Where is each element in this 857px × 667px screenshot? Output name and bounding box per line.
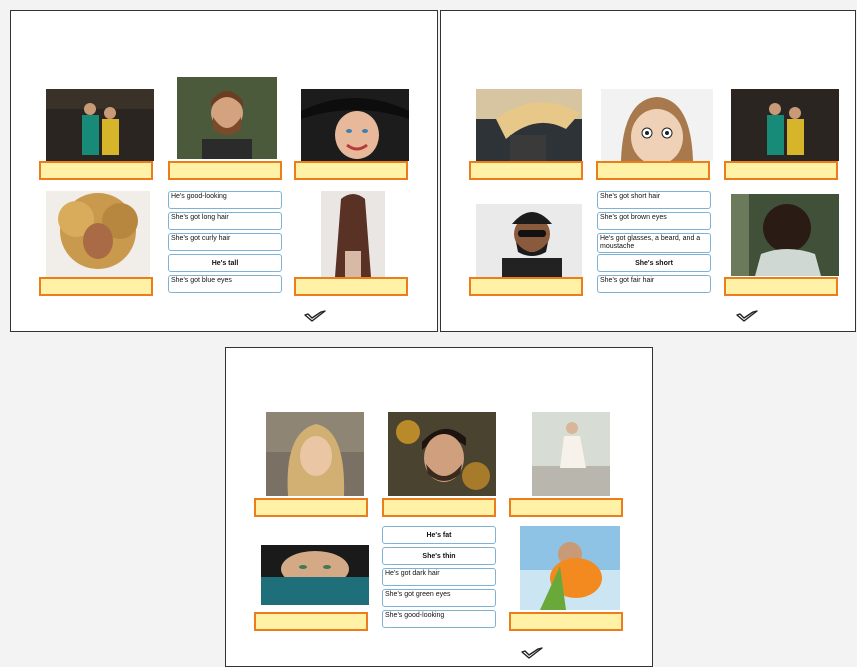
option-chip[interactable]: He's good-looking xyxy=(168,191,282,209)
option-chip[interactable]: She's got long hair xyxy=(168,212,282,230)
option-chip[interactable]: She's good-looking xyxy=(382,610,496,628)
answer-slot-4[interactable] xyxy=(469,277,583,296)
option-chip[interactable]: He's got glasses, a beard, and a moustac… xyxy=(597,233,711,253)
option-chip[interactable]: He's got dark hair xyxy=(382,568,496,586)
answer-slot-1[interactable] xyxy=(39,161,153,180)
option-chip[interactable]: He's fat xyxy=(382,526,496,544)
answer-slot-1[interactable] xyxy=(254,498,368,517)
photo-man-dark-hair xyxy=(388,412,496,496)
checkmark-icon[interactable] xyxy=(520,646,544,660)
photo-woman-green-eyes xyxy=(261,545,369,605)
exercise-panel-1: He's good-looking She's got long hair Sh… xyxy=(10,10,438,332)
photo-man-sunglasses-beard xyxy=(476,204,582,277)
photo-couple-traditional-dress xyxy=(46,89,154,161)
answer-slot-5[interactable] xyxy=(509,612,623,631)
checkmark-icon[interactable] xyxy=(303,309,327,323)
answer-slot-5[interactable] xyxy=(724,277,838,296)
photo-smiling-blonde-woman xyxy=(266,412,364,496)
option-chip[interactable]: She's got short hair xyxy=(597,191,711,209)
answer-slot-2[interactable] xyxy=(168,161,282,180)
answer-slot-2[interactable] xyxy=(382,498,496,517)
photo-curly-hair-woman-behind xyxy=(731,194,839,276)
photo-woman-white-dress xyxy=(532,412,610,496)
answer-slot-3[interactable] xyxy=(724,161,838,180)
answer-slot-1[interactable] xyxy=(469,161,583,180)
answer-slot-2[interactable] xyxy=(596,161,710,180)
option-chip[interactable]: She's got blue eyes xyxy=(168,275,282,293)
exercise-panel-2: She's got short hair She's got brown eye… xyxy=(440,10,856,332)
photo-smiling-woman-hat xyxy=(301,89,409,161)
photo-blonde-woman-hair-blowing xyxy=(476,89,582,161)
exercise-panel-3: He's fat She's thin He's got dark hair S… xyxy=(225,347,653,667)
checkmark-icon[interactable] xyxy=(735,309,759,323)
photo-bearded-man xyxy=(177,77,277,159)
option-chip[interactable]: He's tall xyxy=(168,254,282,272)
option-chip[interactable]: She's got curly hair xyxy=(168,233,282,251)
option-chip[interactable]: She's got green eyes xyxy=(382,589,496,607)
answer-slot-3[interactable] xyxy=(294,161,408,180)
option-chip[interactable]: She's thin xyxy=(382,547,496,565)
option-chip[interactable]: She's short xyxy=(597,254,711,272)
answer-slot-4[interactable] xyxy=(39,277,153,296)
photo-curly-haired-woman xyxy=(46,191,150,277)
option-chip[interactable]: She's got brown eyes xyxy=(597,212,711,230)
photo-couple-traditional-dress-2 xyxy=(731,89,839,161)
option-chip[interactable]: She's got fair hair xyxy=(597,275,711,293)
answer-slot-5[interactable] xyxy=(294,277,408,296)
photo-long-haired-woman xyxy=(321,191,385,277)
answer-slot-4[interactable] xyxy=(254,612,368,631)
photo-man-pool-float xyxy=(520,526,620,610)
photo-surprised-girl xyxy=(601,89,713,161)
answer-slot-3[interactable] xyxy=(509,498,623,517)
